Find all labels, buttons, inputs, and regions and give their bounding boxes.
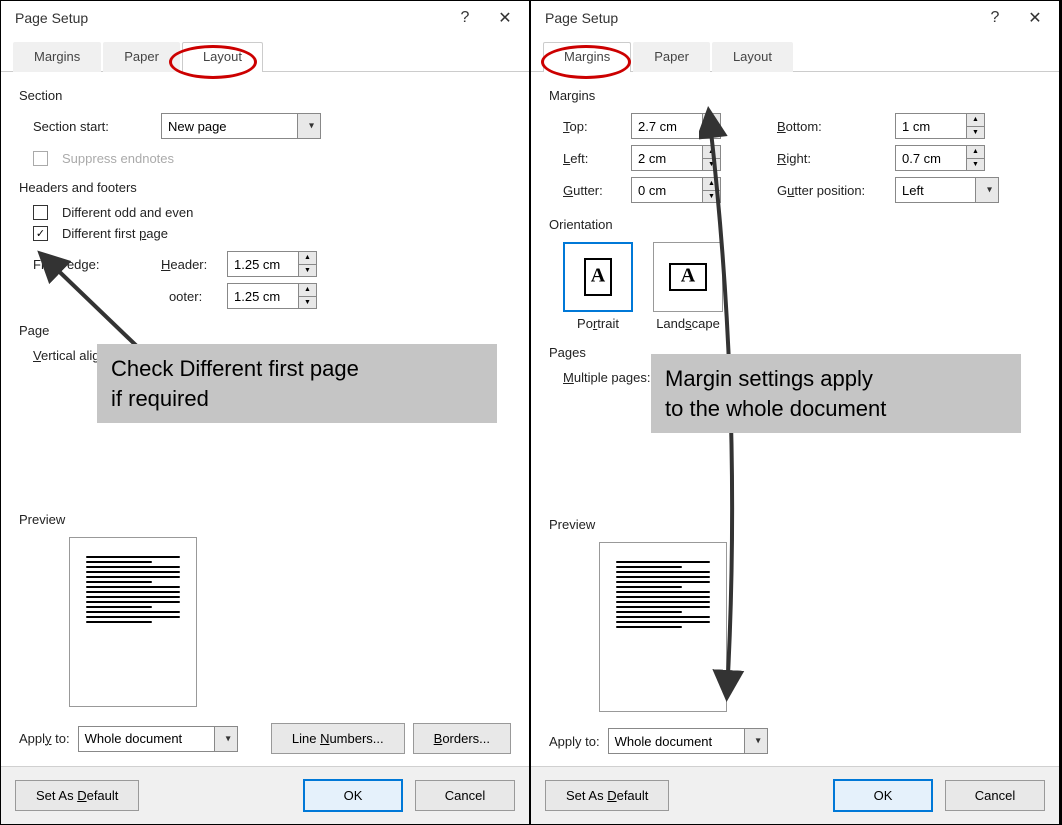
spinner-down-icon[interactable]: ▼ — [967, 159, 984, 171]
spinner-down-icon[interactable]: ▼ — [299, 265, 316, 277]
close-button[interactable]: ✕ — [485, 3, 525, 33]
borders-button[interactable]: Borders... — [413, 723, 511, 754]
right-margin-label: Right: — [777, 151, 887, 166]
line-numbers-button[interactable]: Line Numbers... — [271, 723, 405, 754]
tab-paper[interactable]: Paper — [633, 42, 710, 72]
gutter-spinner[interactable]: 0 cm▲▼ — [631, 177, 721, 203]
dialog-title: Page Setup — [545, 10, 975, 26]
suppress-endnotes-label: Suppress endnotes — [62, 151, 174, 166]
spinner-up-icon[interactable]: ▲ — [703, 146, 720, 159]
button-bar: Set As Default OK Cancel — [1, 766, 529, 824]
bottom-margin-label: Bottom: — [777, 119, 887, 134]
spinner-down-icon[interactable]: ▼ — [299, 297, 316, 309]
footer-distance-spinner[interactable]: 1.25 cm ▲▼ — [227, 283, 317, 309]
tab-margins[interactable]: Margins — [543, 42, 631, 72]
from-edge-label: From edge: — [33, 257, 153, 272]
preview-heading: Preview — [549, 517, 1041, 532]
apply-to-label: Apply to: — [549, 734, 600, 749]
tabs: Margins Paper Layout — [1, 35, 529, 72]
annotation-callout: Check Different first pageif required — [97, 344, 497, 423]
tabs: Margins Paper Layout — [531, 35, 1059, 72]
spinner-up-icon[interactable]: ▲ — [703, 114, 720, 127]
preview-thumbnail — [69, 537, 197, 707]
multiple-pages-label: Multiple pages: — [563, 370, 650, 385]
spinner-up-icon[interactable]: ▲ — [967, 146, 984, 159]
help-button[interactable]: ? — [975, 3, 1015, 33]
chevron-down-icon: ▾ — [756, 736, 761, 747]
set-as-default-button[interactable]: Set As Default — [15, 780, 139, 811]
footer-distance-label: Footer: — [161, 289, 219, 304]
preview-heading: Preview — [19, 512, 511, 527]
left-margin-label: Left: — [563, 151, 623, 166]
chevron-down-icon: ▾ — [226, 733, 231, 744]
page-setup-dialog-layout: Page Setup ? ✕ Margins Paper Layout Sect… — [0, 0, 530, 825]
margins-heading: Margins — [549, 88, 1041, 103]
dialog-title: Page Setup — [15, 10, 445, 26]
spinner-up-icon[interactable]: ▲ — [299, 284, 316, 297]
header-distance-label: Header: — [161, 257, 219, 272]
diff-odd-even-checkbox[interactable] — [33, 205, 48, 220]
diff-first-page-label: Different first page — [62, 226, 168, 241]
suppress-endnotes-checkbox — [33, 151, 48, 166]
vertical-alignment-label: Vertical alig — [33, 348, 100, 363]
left-margin-spinner[interactable]: 2 cm▲▼ — [631, 145, 721, 171]
diff-odd-even-label: Different odd and even — [62, 205, 193, 220]
diff-first-page-checkbox[interactable]: ✓ — [33, 226, 48, 241]
top-margin-spinner[interactable]: 2.7 cm▲▼ — [631, 113, 721, 139]
ok-button[interactable]: OK — [833, 779, 933, 812]
button-bar: Set As Default OK Cancel — [531, 766, 1059, 824]
gutter-label: Gutter: — [563, 183, 623, 198]
chevron-down-icon: ▾ — [309, 121, 314, 132]
gutter-position-label: Gutter position: — [777, 183, 887, 198]
cancel-button[interactable]: Cancel — [415, 780, 515, 811]
orientation-heading: Orientation — [549, 217, 1041, 232]
bottom-margin-spinner[interactable]: 1 cm▲▼ — [895, 113, 985, 139]
right-margin-spinner[interactable]: 0.7 cm▲▼ — [895, 145, 985, 171]
titlebar: Page Setup ? ✕ — [1, 1, 529, 35]
page-heading: Page — [19, 323, 511, 338]
annotation-callout: Margin settings applyto the whole docume… — [651, 354, 1021, 433]
spinner-up-icon[interactable]: ▲ — [299, 252, 316, 265]
spinner-up-icon[interactable]: ▲ — [967, 114, 984, 127]
tab-layout[interactable]: Layout — [712, 42, 793, 72]
spinner-down-icon[interactable]: ▼ — [703, 127, 720, 139]
apply-to-select[interactable]: Whole document▾ — [78, 726, 238, 752]
orientation-landscape-button[interactable] — [653, 242, 723, 312]
page-setup-dialog-margins: Page Setup ? ✕ Margins Paper Layout Marg… — [530, 0, 1060, 825]
tab-margins[interactable]: Margins — [13, 42, 101, 72]
orientation-portrait-label: Portrait — [563, 316, 633, 331]
spinner-up-icon[interactable]: ▲ — [703, 178, 720, 191]
help-button[interactable]: ? — [445, 3, 485, 33]
tab-paper[interactable]: Paper — [103, 42, 180, 72]
top-margin-label: Top: — [563, 119, 623, 134]
spinner-down-icon[interactable]: ▼ — [967, 127, 984, 139]
spinner-down-icon[interactable]: ▼ — [703, 191, 720, 203]
ok-button[interactable]: OK — [303, 779, 403, 812]
spinner-down-icon[interactable]: ▼ — [703, 159, 720, 171]
gutter-position-select[interactable]: Left▾ — [895, 177, 999, 203]
apply-to-label: Apply to: — [19, 731, 70, 746]
orientation-landscape-label: Landscape — [653, 316, 723, 331]
tab-layout[interactable]: Layout — [182, 42, 263, 72]
chevron-down-icon: ▾ — [987, 185, 992, 196]
cancel-button[interactable]: Cancel — [945, 780, 1045, 811]
preview-thumbnail — [599, 542, 727, 712]
landscape-icon — [669, 263, 707, 291]
portrait-icon — [584, 258, 612, 296]
close-button[interactable]: ✕ — [1015, 3, 1055, 33]
header-distance-spinner[interactable]: 1.25 cm ▲▼ — [227, 251, 317, 277]
apply-to-select[interactable]: Whole document▾ — [608, 728, 768, 754]
section-heading: Section — [19, 88, 511, 103]
titlebar: Page Setup ? ✕ — [531, 1, 1059, 35]
section-start-label: Section start: — [33, 119, 153, 134]
section-start-select[interactable]: New page▾ — [161, 113, 321, 139]
set-as-default-button[interactable]: Set As Default — [545, 780, 669, 811]
headers-footers-heading: Headers and footers — [19, 180, 511, 195]
orientation-portrait-button[interactable] — [563, 242, 633, 312]
